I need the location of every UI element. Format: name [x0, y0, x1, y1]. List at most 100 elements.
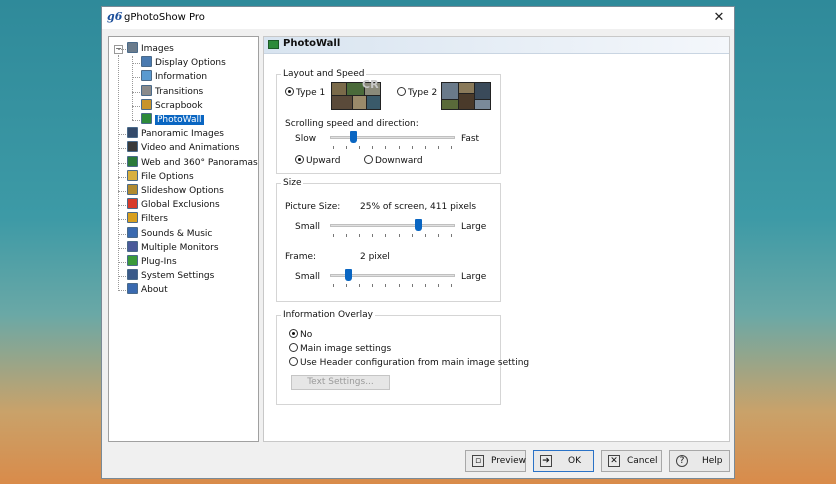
app-logo-icon: g6: [107, 10, 123, 23]
ok-button[interactable]: ➔ OK: [533, 450, 594, 472]
overlay-no-radio[interactable]: No: [289, 329, 312, 340]
tree-line: [118, 162, 126, 164]
preview-icon: ▫: [472, 455, 484, 467]
tree-item-exclusions[interactable]: Global Exclusions: [127, 198, 220, 212]
slider-tick: [424, 284, 426, 287]
tree-item-plugin[interactable]: Plug-Ins: [127, 255, 177, 269]
tree-item-label: Transitions: [155, 86, 204, 97]
slider-tick: [437, 146, 439, 149]
display-icon: [141, 56, 152, 68]
picture-size-value: 25% of screen, 411 pixels: [360, 202, 477, 212]
slider-tick: [385, 146, 387, 149]
slider-thumb[interactable]: [350, 131, 358, 143]
tree-line: [132, 77, 140, 79]
tree-item-panoramic[interactable]: Panoramic Images: [127, 127, 224, 141]
slider-tick: [398, 234, 400, 237]
tree-item-music[interactable]: Sounds & Music: [127, 226, 212, 241]
title-bar[interactable]: g6 gPhotoShow Pro ✕: [102, 7, 734, 29]
cancel-icon: ✕: [608, 455, 620, 467]
tree-item-about[interactable]: About: [127, 283, 168, 297]
tree-item-transitions[interactable]: Transitions: [141, 84, 204, 99]
cancel-label: Cancel: [627, 456, 658, 466]
panel-header: PhotoWall: [264, 37, 729, 54]
tree-item-label: Filters: [141, 214, 168, 225]
radio-checked-icon: [295, 155, 304, 164]
slider-tick: [359, 284, 361, 287]
upward-radio[interactable]: Upward: [295, 155, 340, 166]
info-icon: [141, 70, 152, 82]
slider-thumb[interactable]: [345, 269, 353, 281]
scroll-speed-label: Scrolling speed and direction:: [285, 119, 419, 129]
fast-label: Fast: [461, 134, 480, 144]
tree-item-globe[interactable]: Web and 360° Panoramas: [127, 155, 258, 170]
settings-tree[interactable]: − Images Display Options Information Transi…: [108, 36, 259, 442]
radio-checked-icon: [285, 87, 294, 96]
tree-item-system[interactable]: System Settings: [127, 269, 214, 283]
size-group: Size Picture Size: 25% of screen, 411 pi…: [276, 178, 501, 302]
type2-radio[interactable]: Type 2: [397, 87, 437, 98]
monitors-icon: [127, 240, 138, 252]
overlay-header-radio[interactable]: Use Header configuration from main image…: [289, 357, 529, 368]
tree-line: [118, 148, 126, 150]
layout-speed-group: Layout and Speed Type 1 Type 2 Scrolling…: [276, 69, 501, 174]
overlay-main-radio[interactable]: Main image settings: [289, 343, 391, 354]
slider-tick: [385, 284, 387, 287]
tree-item-images[interactable]: Images: [127, 42, 174, 56]
tree-line: [118, 205, 126, 207]
slider-tick: [411, 146, 413, 149]
slider-track[interactable]: [330, 224, 455, 227]
watermark-text: CR: [362, 78, 379, 91]
slow-label: Slow: [295, 134, 317, 144]
tree-item-label: Global Exclusions: [141, 200, 220, 211]
cancel-button[interactable]: ✕ Cancel: [601, 450, 662, 472]
panel-title: PhotoWall: [283, 38, 341, 49]
type2-preview-image[interactable]: [441, 82, 491, 110]
text-settings-button[interactable]: Text Settings...: [291, 375, 390, 390]
slider-tick: [424, 234, 426, 237]
tree-item-label: File Options: [141, 171, 194, 182]
close-button[interactable]: ✕: [704, 7, 734, 29]
tree-item-label: PhotoWall: [155, 115, 204, 125]
tree-item-file[interactable]: File Options: [127, 169, 194, 184]
upward-label: Upward: [306, 156, 341, 166]
slider-track[interactable]: [330, 136, 455, 139]
tree-line: [118, 247, 126, 249]
slider-tick: [333, 146, 334, 149]
radio-unchecked-icon: [289, 343, 298, 352]
ok-icon: ➔: [540, 455, 552, 467]
group-label-layout: Layout and Speed: [281, 69, 367, 79]
slider-tick: [333, 284, 334, 287]
slideshow-icon: [127, 184, 138, 195]
overlay-no-label: No: [300, 330, 313, 340]
group-label-size: Size: [281, 178, 304, 188]
close-icon: ✕: [713, 10, 725, 25]
tree-line: [132, 63, 140, 65]
slider-tick: [346, 146, 348, 149]
panoramic-icon: [127, 127, 138, 139]
help-button[interactable]: ? Help: [669, 450, 730, 472]
tree-item-label: Information: [155, 72, 208, 83]
tree-item-scrapbook[interactable]: Scrapbook: [141, 98, 203, 113]
tree-item-monitors[interactable]: Multiple Monitors: [127, 240, 219, 255]
music-icon: [127, 226, 138, 238]
radio-checked-icon: [289, 329, 298, 338]
preview-button[interactable]: ▫ Preview: [465, 450, 526, 472]
tree-item-slideshow[interactable]: Slideshow Options: [127, 184, 224, 198]
tree-line: [118, 49, 126, 50]
downward-radio[interactable]: Downward: [364, 155, 423, 166]
slider-tick: [346, 284, 348, 287]
tree-item-display[interactable]: Display Options: [141, 56, 226, 70]
about-icon: [127, 283, 138, 295]
tree-item-info[interactable]: Information: [141, 70, 207, 84]
tree-line: [118, 134, 126, 136]
type1-radio[interactable]: Type 1: [285, 87, 325, 98]
tree-item-label: Multiple Monitors: [141, 242, 219, 253]
tree-item-filter[interactable]: Filters: [127, 212, 168, 226]
tree-item-photowall[interactable]: PhotoWall: [141, 113, 204, 127]
slider-tick: [346, 234, 348, 237]
tree-line: [118, 176, 126, 178]
tree-item-video[interactable]: Video and Animations: [127, 141, 239, 155]
slider-thumb[interactable]: [414, 219, 422, 231]
tree-line: [132, 91, 140, 93]
globe-icon: [127, 155, 138, 167]
